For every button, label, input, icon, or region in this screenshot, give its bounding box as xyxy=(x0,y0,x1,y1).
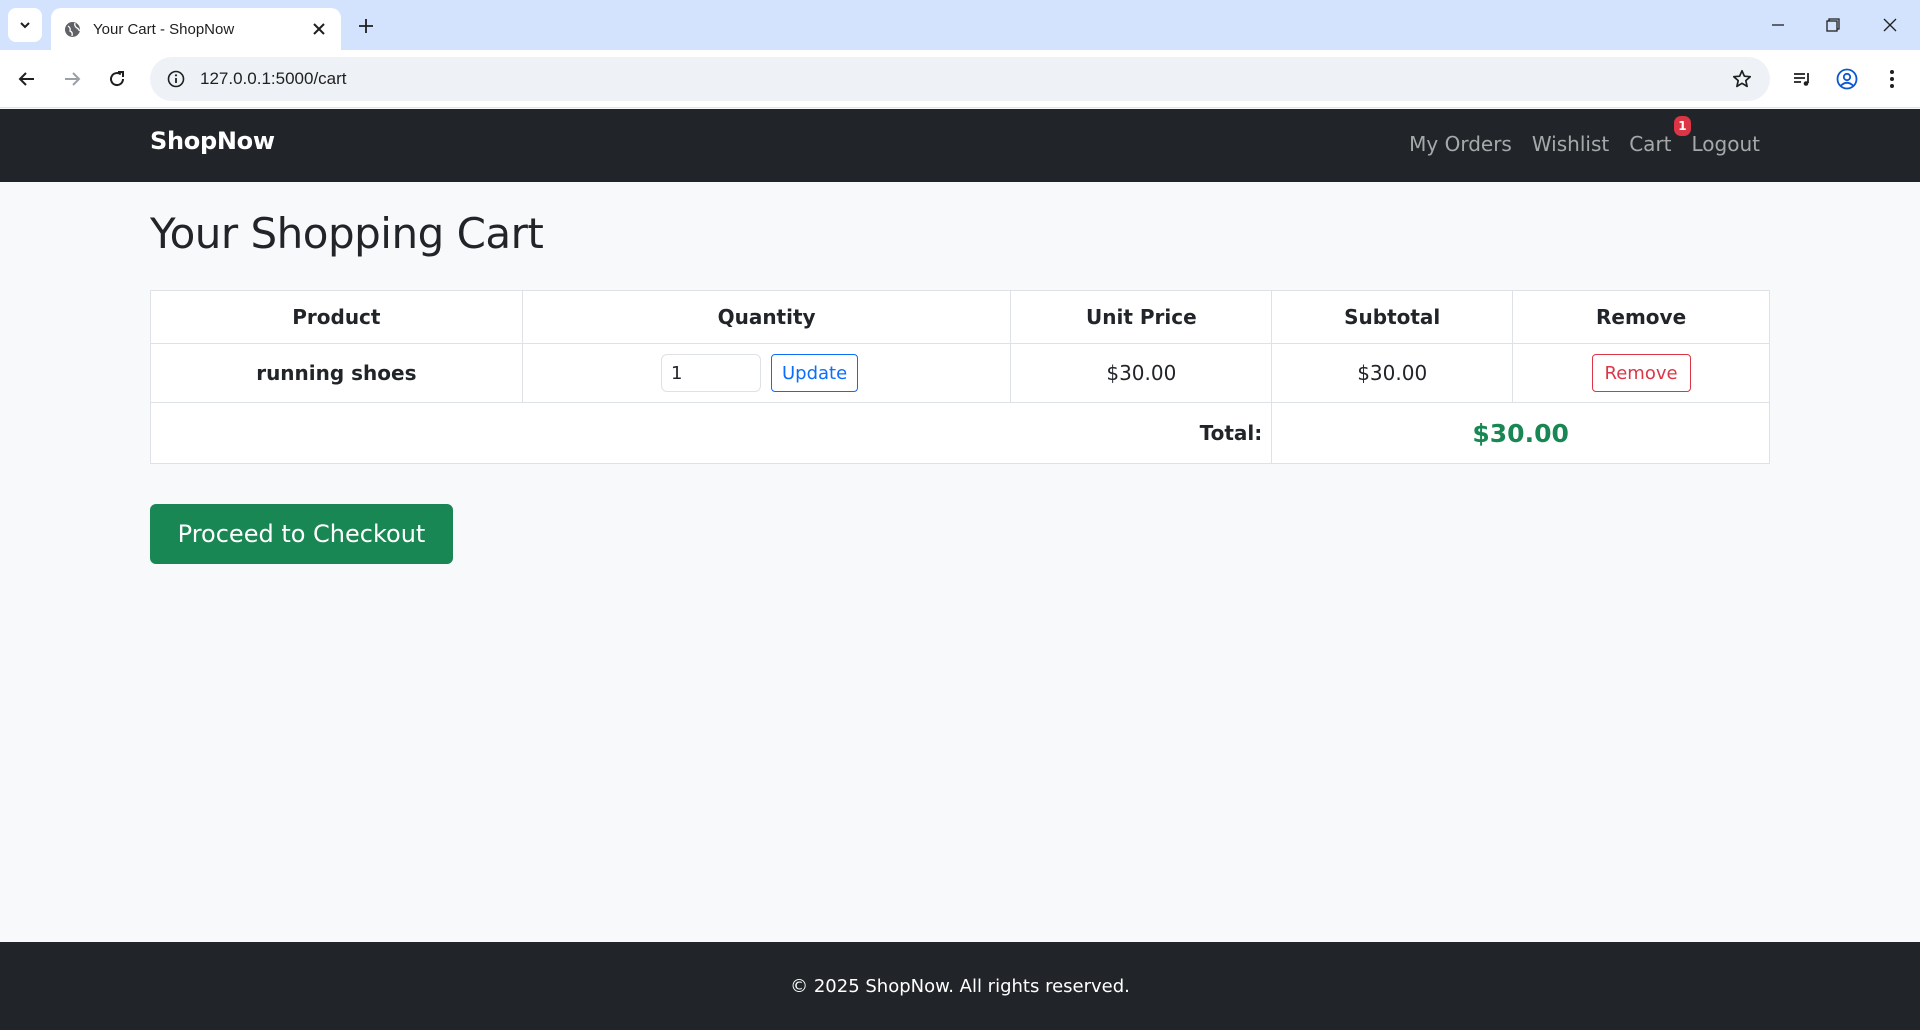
browser-tabstrip: Your Cart - ShopNow xyxy=(0,0,1920,50)
column-header-remove: Remove xyxy=(1512,290,1770,344)
site-info-icon[interactable] xyxy=(154,57,198,101)
table-header-row: Product Quantity Unit Price Subtotal Rem… xyxy=(150,290,1770,344)
update-button[interactable]: Update xyxy=(770,354,859,392)
site-navbar: ShopNow My Orders Wishlist Cart 1 Logout xyxy=(0,109,1920,182)
brand-logo[interactable]: ShopNow xyxy=(150,127,275,155)
tab-search-button[interactable] xyxy=(8,8,42,42)
new-tab-icon[interactable] xyxy=(352,12,380,40)
page-title: Your Shopping Cart xyxy=(150,209,544,258)
back-arrow-icon[interactable] xyxy=(9,61,45,97)
tab-title: Your Cart - ShopNow xyxy=(93,20,235,38)
product-name: running shoes xyxy=(150,343,523,403)
address-bar[interactable]: 127.0.0.1:5000/cart xyxy=(150,57,1770,101)
media-controls-icon[interactable] xyxy=(1784,61,1820,97)
forward-arrow-icon[interactable] xyxy=(54,61,90,97)
table-row: running shoes Update $30.00 $30.00 Remov… xyxy=(150,343,1770,403)
column-header-quantity: Quantity xyxy=(521,290,1012,344)
total-row: Total: $30.00 xyxy=(149,402,1770,464)
subtotal: $30.00 xyxy=(1271,343,1514,403)
bookmark-star-icon[interactable] xyxy=(1722,59,1762,99)
cart-count-badge: 1 xyxy=(1674,116,1691,136)
close-window-icon[interactable] xyxy=(1870,8,1910,42)
remove-button[interactable]: Remove xyxy=(1591,354,1691,392)
profile-icon[interactable] xyxy=(1829,61,1865,97)
remove-cell: Remove xyxy=(1512,343,1770,403)
nav-links: My Orders Wishlist Cart 1 Logout xyxy=(1409,116,1760,156)
cart-table: Product Quantity Unit Price Subtotal Rem… xyxy=(149,290,1770,464)
more-menu-icon[interactable] xyxy=(1874,61,1910,97)
total-label: Total: xyxy=(149,402,1273,464)
column-header-product: Product xyxy=(150,290,523,344)
quantity-input[interactable] xyxy=(660,354,761,392)
close-tab-icon[interactable] xyxy=(309,19,329,39)
footer-copyright: © 2025 ShopNow. All rights reserved. xyxy=(790,975,1130,997)
restore-icon[interactable] xyxy=(1813,8,1853,42)
url-text[interactable]: 127.0.0.1:5000/cart xyxy=(200,69,1722,89)
minimize-icon[interactable] xyxy=(1758,8,1798,42)
chevron-down-icon xyxy=(20,22,30,29)
nav-cart-label: Cart xyxy=(1629,132,1672,156)
nav-wishlist[interactable]: Wishlist xyxy=(1532,132,1609,156)
nav-my-orders[interactable]: My Orders xyxy=(1409,132,1512,156)
proceed-to-checkout-button[interactable]: Proceed to Checkout xyxy=(150,504,453,564)
quantity-form: Update xyxy=(523,354,1011,392)
nav-cart[interactable]: Cart 1 xyxy=(1629,116,1691,156)
browser-tab-active[interactable]: Your Cart - ShopNow xyxy=(51,8,341,50)
quantity-cell: Update xyxy=(521,343,1012,403)
reload-icon[interactable] xyxy=(99,61,135,97)
column-header-subtotal: Subtotal xyxy=(1271,290,1514,344)
browser-toolbar: 127.0.0.1:5000/cart xyxy=(0,50,1920,108)
column-header-unit-price: Unit Price xyxy=(1010,290,1273,344)
site-footer: © 2025 ShopNow. All rights reserved. xyxy=(0,942,1920,1030)
nav-logout[interactable]: Logout xyxy=(1692,132,1760,156)
unit-price: $30.00 xyxy=(1010,343,1273,403)
globe-icon xyxy=(63,20,81,38)
total-value: $30.00 xyxy=(1271,402,1770,464)
